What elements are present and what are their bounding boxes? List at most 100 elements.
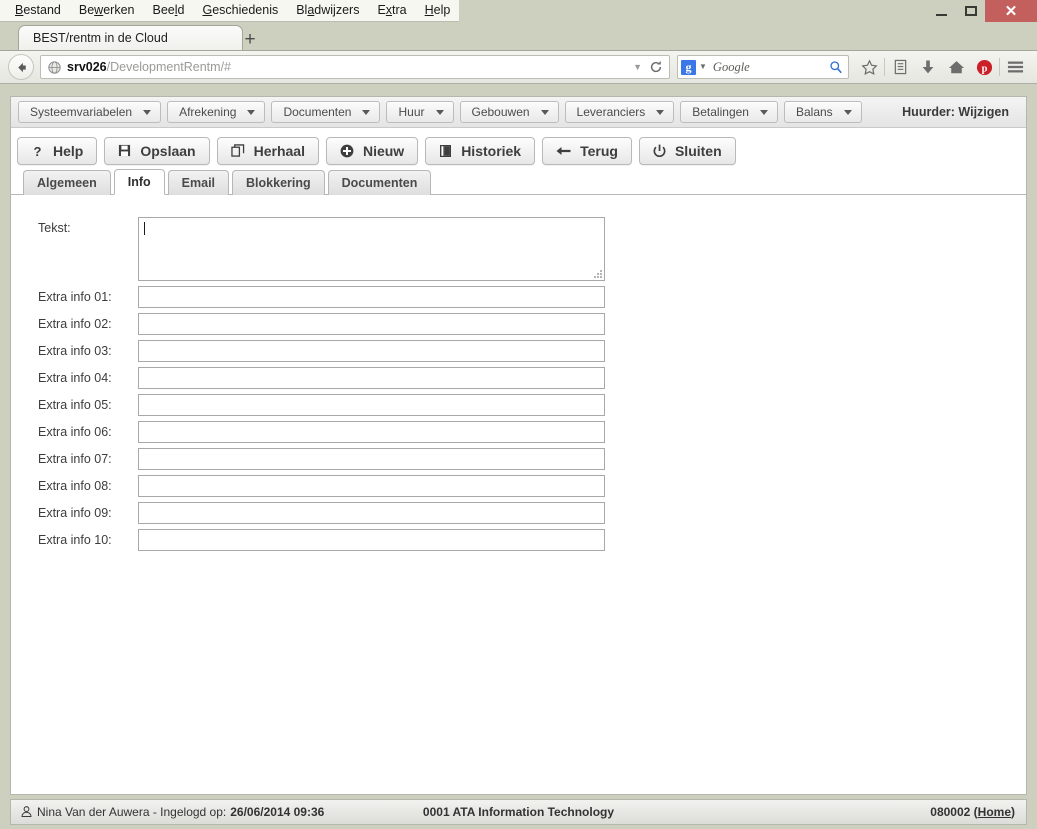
search-input[interactable]: Google <box>713 60 750 75</box>
browser-tab-label: BEST/rentm in de Cloud <box>33 31 168 45</box>
extra-info-label-03: Extra info 03: <box>38 344 112 358</box>
action-button-label: Historiek <box>461 142 522 159</box>
menu-item-beeld[interactable]: Beeld <box>143 0 193 21</box>
extra-info-input-06[interactable] <box>138 421 605 443</box>
app-menu-systeemvariabelen[interactable]: Systeemvariabelen <box>18 101 162 123</box>
text-cursor <box>144 222 145 235</box>
tab-info[interactable]: Info <box>113 169 165 195</box>
action-toolbar: ? Help Opslaan Herhaal Nieuw Historiek Terug Sl… <box>11 128 1026 168</box>
app-menu-label: Afrekening <box>179 105 237 119</box>
svg-text:p: p <box>981 63 987 74</box>
action-button-sluiten[interactable]: Sluiten <box>638 136 736 165</box>
pinterest-icon[interactable]: p <box>970 54 998 80</box>
bookmark-star-icon[interactable] <box>855 54 883 80</box>
menu-item-help[interactable]: Help <box>416 0 460 21</box>
tab-label: Blokkering <box>246 176 311 190</box>
person-icon <box>21 806 32 818</box>
action-button-historiek[interactable]: Historiek <box>425 136 536 165</box>
home-link[interactable]: Home <box>978 805 1011 819</box>
app-menu-balans[interactable]: Balans <box>783 101 862 123</box>
app-menu-huur[interactable]: Huur <box>386 101 454 123</box>
tab-email[interactable]: Email <box>167 170 230 195</box>
close-icon: ✕ <box>1004 2 1018 20</box>
chevron-down-icon <box>435 109 444 115</box>
maximize-button[interactable] <box>956 0 985 22</box>
extra-info-input-01[interactable] <box>138 286 605 308</box>
chevron-down-icon <box>843 109 852 115</box>
extra-info-label-06: Extra info 06: <box>38 425 112 439</box>
action-button-help[interactable]: ? Help <box>17 136 98 165</box>
google-logo-icon: g <box>681 59 696 75</box>
menu-hamburger-icon[interactable] <box>1001 54 1029 80</box>
close-button[interactable]: ✕ <box>985 0 1037 22</box>
tab-label: Documenten <box>341 176 418 190</box>
extra-info-input-03[interactable] <box>138 340 605 362</box>
extra-info-input-02[interactable] <box>138 313 605 335</box>
menu-item-bestand[interactable]: Bestand <box>6 0 70 21</box>
tab-label: Info <box>127 175 151 189</box>
action-button-herhaal[interactable]: Herhaal <box>216 136 319 165</box>
status-user: Nina Van der Auwera - Ingelogd op: 26/06… <box>11 805 324 819</box>
search-bar[interactable]: g ▼ Google <box>677 55 849 79</box>
menu-item-geschiedenis[interactable]: Geschiedenis <box>193 0 287 21</box>
browser-window: Bestand Bewerken Beeld Geschiedenis Bladwijz… <box>0 0 1037 829</box>
action-button-label: Help <box>53 142 84 159</box>
extra-info-input-09[interactable] <box>138 502 605 524</box>
url-dropdown-icon[interactable]: ▼ <box>633 62 642 72</box>
extra-info-input-04[interactable] <box>138 367 605 389</box>
arrow-left-icon <box>17 62 26 72</box>
downloads-icon[interactable] <box>914 54 942 80</box>
new-tab-button[interactable]: + <box>238 28 262 50</box>
tab-blokkering[interactable]: Blokkering <box>232 170 325 195</box>
extra-info-input-05[interactable] <box>138 394 605 416</box>
browser-tab[interactable]: BEST/rentm in de Cloud <box>18 25 243 50</box>
app-menu-leveranciers[interactable]: Leveranciers <box>564 101 675 123</box>
app-menu-documenten[interactable]: Documenten <box>271 101 381 123</box>
menu-item-extra[interactable]: Extra <box>368 0 415 21</box>
application-frame: Systeemvariabelen Afrekening Documenten Huu… <box>10 96 1027 795</box>
action-button-opslaan[interactable]: Opslaan <box>104 136 210 165</box>
search-icon[interactable] <box>829 60 843 74</box>
app-menu-label: Betalingen <box>692 105 749 119</box>
extra-info-label-10: Extra info 10: <box>38 533 112 547</box>
form-row-extra-info-01: Extra info 01: <box>11 286 1026 308</box>
power-close-icon <box>653 144 666 158</box>
back-button[interactable] <box>8 54 34 80</box>
tab-label: Email <box>181 176 216 190</box>
chevron-down-icon[interactable]: ▼ <box>699 63 707 71</box>
navigation-toolbar: srv026/DevelopmentRentm/# ▼ g ▼ Google p <box>0 50 1037 84</box>
tekst-textarea[interactable] <box>138 217 605 281</box>
chevron-down-icon <box>362 109 371 115</box>
floppy-save-icon <box>118 144 131 157</box>
reader-list-icon[interactable] <box>886 54 914 80</box>
minimize-button[interactable] <box>927 0 956 22</box>
chevron-down-icon <box>143 109 152 115</box>
action-button-label: Nieuw <box>362 142 405 159</box>
app-menu-betalingen[interactable]: Betalingen <box>680 101 778 123</box>
menu-item-bladwijzers[interactable]: Bladwijzers <box>287 0 368 21</box>
tab-documenten[interactable]: Documenten <box>327 170 432 195</box>
menu-item-bewerken[interactable]: Bewerken <box>70 0 144 21</box>
extra-info-input-07[interactable] <box>138 448 605 470</box>
tab-algemeen[interactable]: Algemeen <box>23 170 111 195</box>
plus-circle-icon <box>340 144 354 158</box>
reload-icon[interactable] <box>649 60 663 74</box>
form-row-extra-info-08: Extra info 08: <box>11 475 1026 497</box>
form-row-extra-info-02: Extra info 02: <box>11 313 1026 335</box>
chevron-down-icon <box>247 109 256 115</box>
action-button-nieuw[interactable]: Nieuw <box>325 136 419 165</box>
action-button-terug[interactable]: Terug <box>542 136 632 165</box>
url-bar[interactable]: srv026/DevelopmentRentm/# ▼ <box>40 55 670 79</box>
extra-info-input-10[interactable] <box>138 529 605 551</box>
title-bar: Bestand Bewerken Beeld Geschiedenis Bladwijz… <box>0 0 1037 22</box>
app-menu-afrekening[interactable]: Afrekening <box>167 101 266 123</box>
question-mark-icon: ? <box>31 144 44 158</box>
app-menu-gebouwen[interactable]: Gebouwen <box>459 101 559 123</box>
resize-grip-icon[interactable] <box>593 269 602 278</box>
extra-info-input-08[interactable] <box>138 475 605 497</box>
action-button-label: Terug <box>580 142 618 159</box>
action-button-label: Herhaal <box>253 142 305 159</box>
maximize-icon <box>964 6 977 16</box>
plus-icon: + <box>244 28 256 50</box>
home-icon[interactable] <box>942 54 970 80</box>
